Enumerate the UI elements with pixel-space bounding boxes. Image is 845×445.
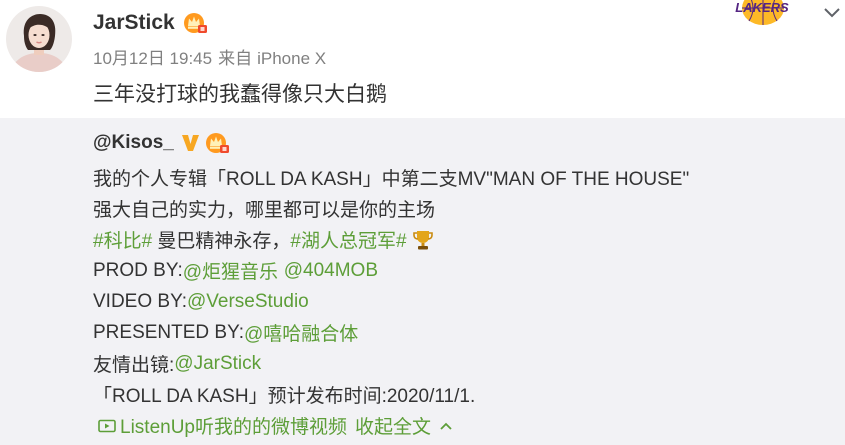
mention-link[interactable]: @404MOB — [284, 260, 378, 282]
credit-label: PROD BY: — [93, 259, 183, 281]
verified-v-icon[interactable] — [181, 133, 200, 153]
post-time[interactable]: 10月12日 19:45 — [93, 49, 212, 68]
repost-actions-line: ListenUp听我的的微博视频 收起全文 — [93, 410, 833, 441]
video-link[interactable]: ListenUp听我的的微博视频 — [98, 412, 347, 439]
trophy-icon — [412, 229, 433, 251]
post-text: 三年没打球的我蠢得像只大白鹅 — [93, 83, 387, 106]
repost-text: 强大自己的实力，哪里都可以是你的主场 — [93, 200, 436, 221]
repost-text: 「ROLL DA KASH」预计发布时间:2020/11/1. — [93, 386, 476, 407]
repost-author-row: @Kisos_ — [93, 131, 230, 155]
repost-line: 我的个人专辑「ROLL DA KASH」中第二支MV"MAN OF THE HO… — [93, 162, 833, 193]
repost-text: 曼巴精神永存， — [152, 231, 291, 252]
repost-line: VIDEO BY: @VerseStudio — [93, 286, 833, 317]
post-source[interactable]: iPhone X — [257, 49, 326, 68]
repost-line: 强大自己的实力，哪里都可以是你的主场 — [93, 193, 833, 224]
author-row: JarStick — [93, 9, 208, 37]
repost-line: PROD BY: @炬猩音乐 @404MOB — [93, 255, 833, 286]
author-name[interactable]: JarStick — [93, 9, 175, 37]
credit-label: PRESENTED BY: — [93, 321, 244, 343]
lakers-logo-text: LAKERS — [735, 0, 789, 15]
repost-card: @Kisos_ 我的个人专辑「ROLL DA KASH」中第二支MV"MAN O… — [0, 118, 845, 445]
repost-line: PRESENTED BY: @嘻哈融合体 — [93, 317, 833, 348]
repost-author-name[interactable]: @Kisos_ — [93, 131, 174, 155]
topic-link-kobe[interactable]: #科比# — [93, 226, 152, 253]
author-avatar[interactable] — [6, 6, 72, 72]
repost-line: 「ROLL DA KASH」预计发布时间:2020/11/1. — [93, 379, 833, 410]
vip-crown-icon[interactable] — [205, 131, 230, 155]
lakers-logo: LAKERS — [731, 0, 795, 27]
video-link-label: ListenUp听我的的微博视频 — [120, 417, 347, 438]
topic-link-lakers-champion[interactable]: #湖人总冠军# — [290, 226, 406, 253]
avatar-photo — [6, 6, 72, 72]
collapse-button[interactable]: 收起全文 — [355, 412, 452, 439]
video-icon — [98, 419, 116, 433]
mention-link[interactable]: @炬猩音乐 — [183, 257, 278, 284]
collapse-label: 收起全文 — [355, 417, 432, 438]
credit-label: 友情出镜: — [93, 355, 175, 376]
post-meta: 10月12日 19:45 来自 iPhone X — [93, 48, 326, 70]
chevron-down-icon[interactable] — [821, 4, 843, 20]
mention-link[interactable]: @嘻哈融合体 — [244, 319, 358, 346]
credit-label: VIDEO BY: — [93, 290, 187, 312]
repost-line: 友情出镜: @JarStick — [93, 348, 833, 379]
mention-link[interactable]: @VerseStudio — [187, 291, 309, 313]
vip-crown-icon[interactable] — [183, 11, 208, 35]
chevron-up-icon — [440, 422, 452, 430]
repost-body: 我的个人专辑「ROLL DA KASH」中第二支MV"MAN OF THE HO… — [93, 162, 833, 441]
repost-line: #科比# 曼巴精神永存， #湖人总冠军# — [93, 224, 833, 255]
mention-link[interactable]: @JarStick — [174, 353, 261, 375]
repost-text: 我的个人专辑「ROLL DA KASH」中第二支MV"MAN OF THE HO… — [93, 169, 690, 190]
source-prefix: 来自 — [218, 49, 253, 68]
